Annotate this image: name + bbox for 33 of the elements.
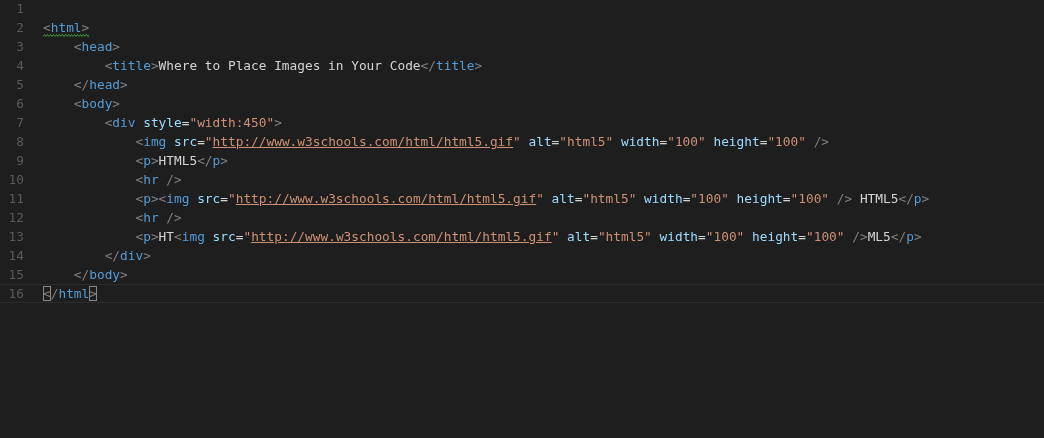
line-number: 15	[7, 266, 25, 284]
line-number: 7	[15, 114, 25, 132]
code-line: </html>	[43, 285, 97, 302]
line-number: 3	[15, 38, 25, 56]
line-number: 2	[15, 19, 25, 37]
line-number: 4	[15, 57, 25, 75]
code-line: </div>	[103, 247, 151, 265]
line-number: 14	[7, 247, 25, 265]
code-line: <p><img src="http://www.w3schools.com/html/html5.gif" alt="html5" width="100" height="100" /> HTML5</p>	[134, 190, 930, 208]
line-number: 11	[7, 190, 25, 208]
code-line: <hr />	[134, 209, 182, 227]
line-number: 9	[15, 152, 25, 170]
line-number: 12	[7, 209, 25, 227]
code-line: <head>	[72, 38, 121, 56]
link[interactable]: http://www.w3schools.com/html/html5.gif	[235, 191, 537, 206]
line-number: 1	[15, 0, 25, 18]
code-line: </body>	[72, 266, 128, 284]
link[interactable]: http://www.w3schools.com/html/html5.gif	[251, 229, 552, 244]
line-number: 10	[7, 171, 25, 189]
line-number: 6	[15, 95, 25, 113]
line-number: 16	[7, 285, 25, 302]
line-number: 8	[15, 133, 25, 151]
code-line: <img src="http://www.w3schools.com/html/html5.gif" alt="html5" width="100" height="100" />	[134, 133, 830, 151]
code-line: <p>HT<img src="http://www.w3schools.com/html/html5.gif" alt="html5" width="100" height="100" />ML5</p>	[134, 228, 922, 246]
code-line: </head>	[72, 76, 128, 94]
code-line: <p>HTML5</p>	[134, 152, 228, 170]
line-number: 5	[15, 76, 25, 94]
link[interactable]: http://www.w3schools.com/html/html5.gif	[212, 134, 514, 149]
code-line: <hr />	[134, 171, 182, 189]
code-line: <title>Where to Place Images in Your Code</title>	[103, 57, 483, 75]
code-line: <div style="width:450">	[103, 114, 282, 132]
line-number: 13	[7, 228, 25, 246]
code-line: <body>	[72, 95, 121, 113]
